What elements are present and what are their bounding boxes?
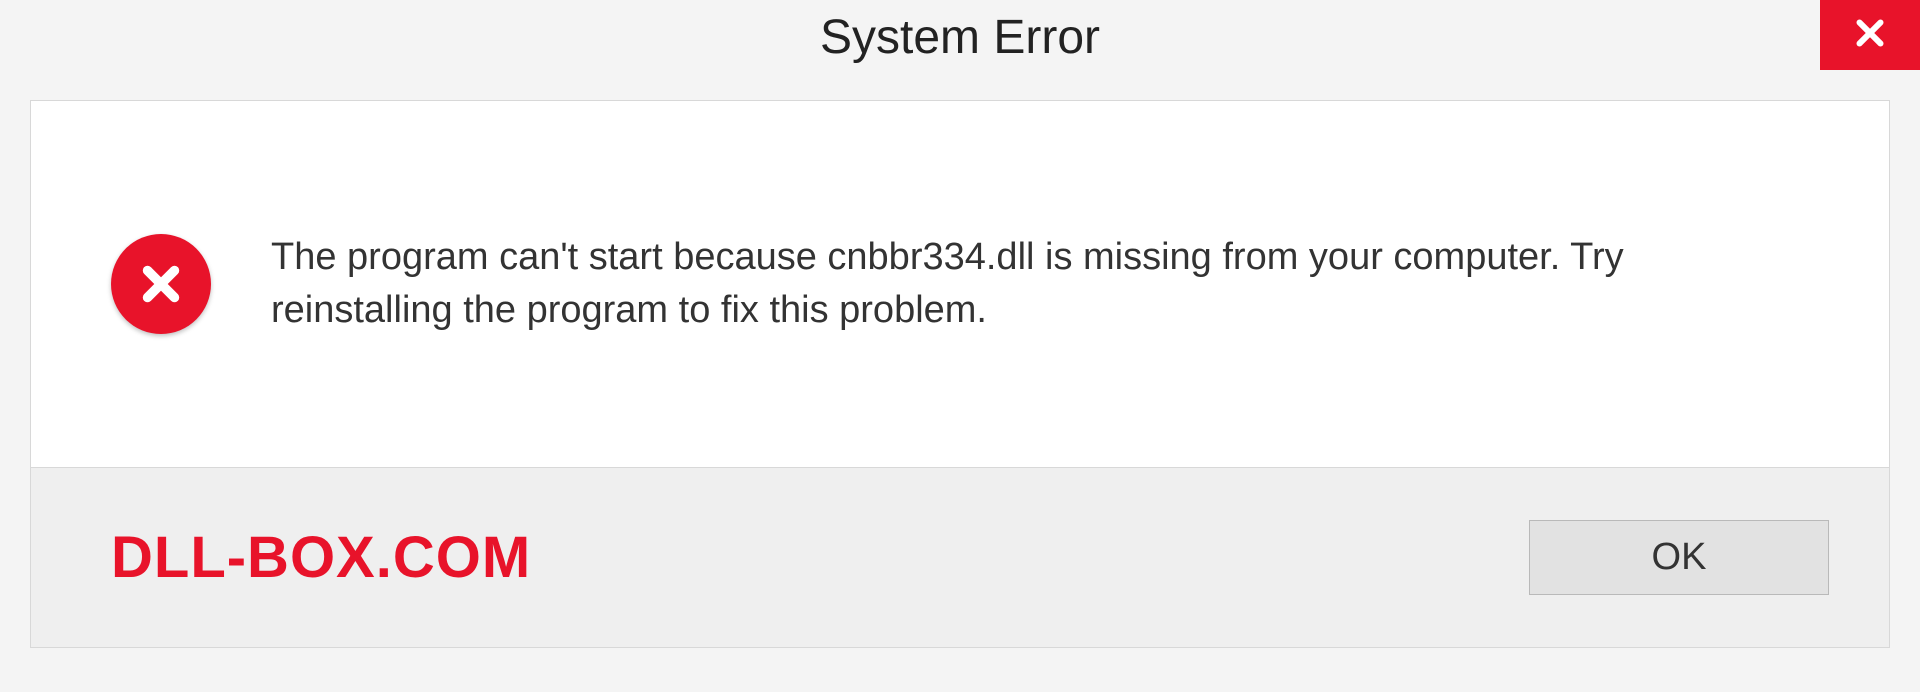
watermark-text: DLL-BOX.COM — [111, 524, 531, 591]
ok-button[interactable]: OK — [1529, 520, 1829, 595]
ok-button-label: OK — [1652, 536, 1707, 579]
dialog-title: System Error — [820, 10, 1100, 65]
content-panel: The program can't start because cnbbr334… — [30, 100, 1890, 468]
error-icon — [111, 234, 211, 334]
close-icon — [1852, 15, 1888, 56]
footer-panel: DLL-BOX.COM OK — [30, 468, 1890, 648]
title-bar: System Error — [0, 0, 1920, 80]
error-message: The program can't start because cnbbr334… — [271, 231, 1771, 337]
close-button[interactable] — [1820, 0, 1920, 70]
